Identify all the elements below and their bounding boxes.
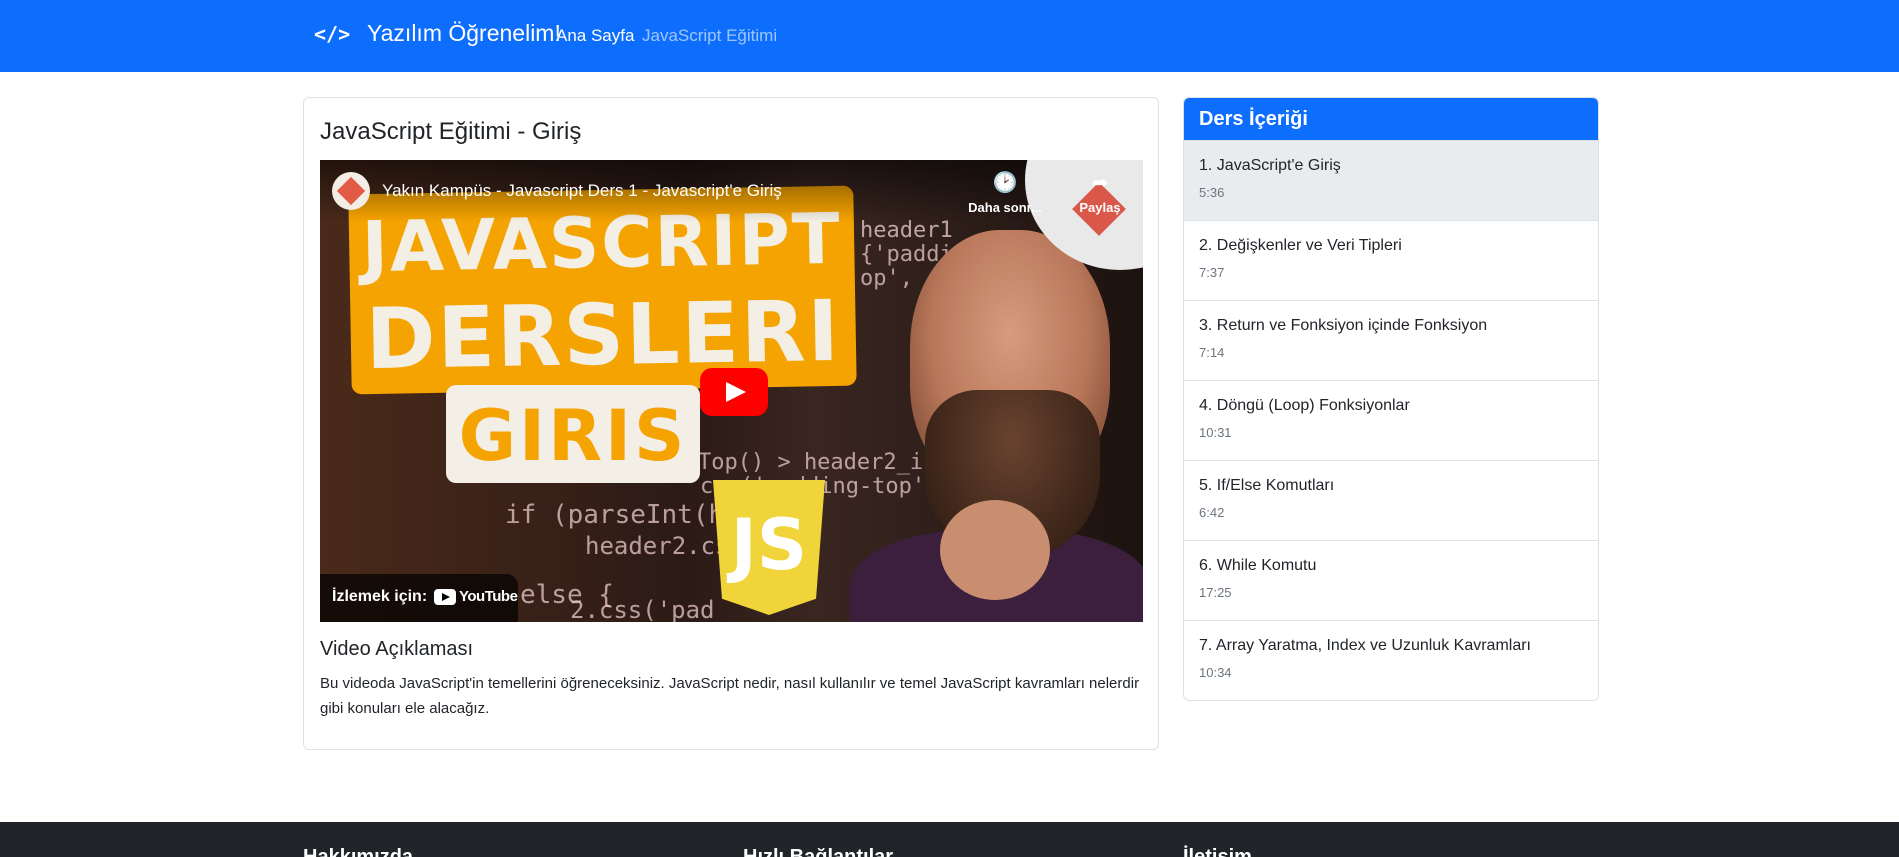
lesson-duration: 7:14 (1199, 345, 1225, 360)
sidebar-title: Ders İçeriği (1184, 98, 1598, 140)
lesson-item[interactable]: 4. Döngü (Loop) Fonksiyonlar 10:31 (1184, 380, 1598, 460)
watch-on-youtube-button[interactable]: İzlemek için: YouTube (320, 574, 518, 622)
lesson-duration: 10:34 (1199, 665, 1232, 680)
lesson-title: 1. JavaScript'e Giriş (1199, 157, 1341, 174)
share-icon: ➦ (1091, 172, 1109, 194)
thumbnail-subtitle-box: GIRIS (446, 385, 700, 483)
clock-icon: 🕑 (992, 172, 1018, 194)
nav-link-javascript[interactable]: JavaScript Eğitimi (642, 26, 777, 46)
play-icon (726, 382, 746, 402)
lesson-title: 5. If/Else Komutları (1199, 477, 1335, 494)
video-title[interactable]: Yakın Kampüs - Javascript Ders 1 - Javas… (382, 181, 782, 201)
footer-heading-links: Hızlı Bağlantılar (743, 846, 894, 857)
thumbnail-code: if (parseInt(h (505, 500, 725, 530)
lesson-title: 7. Array Yaratma, Index ve Uzunluk Kavra… (1199, 637, 1531, 654)
footer: Hakkımızda Hızlı Bağlantılar İletişim (0, 822, 1899, 857)
lesson-title: 2. Değişkenler ve Veri Tipleri (1199, 237, 1402, 254)
lesson-item[interactable]: 3. Return ve Fonksiyon içinde Fonksiyon … (1184, 300, 1598, 380)
video-card: JavaScript Eğitimi - Giriş header1 {'pad… (303, 97, 1159, 750)
lesson-title: 6. While Komutu (1199, 557, 1317, 574)
lesson-title: 4. Döngü (Loop) Fonksiyonlar (1199, 397, 1410, 414)
footer-heading-about: Hakkımızda (303, 846, 414, 857)
nav-link-home[interactable]: Ana Sayfa (556, 26, 634, 46)
footer-heading-contact: İletişim (1183, 846, 1252, 857)
lesson-item[interactable]: 7. Array Yaratma, Index ve Uzunluk Kavra… (1184, 620, 1598, 700)
lesson-item[interactable]: 6. While Komutu 17:25 (1184, 540, 1598, 620)
code-icon[interactable]: </> (314, 22, 350, 46)
lesson-duration: 7:37 (1199, 265, 1225, 280)
brand-link[interactable]: Yazılım Öğrenelim! (367, 20, 561, 47)
description-text: Bu videoda JavaScript'in temellerini öğr… (320, 675, 1140, 717)
youtube-logo-icon: YouTube (434, 588, 518, 605)
lesson-item[interactable]: 1. JavaScript'e Giriş 5:36 (1184, 140, 1598, 220)
lesson-duration: 5:36 (1199, 185, 1225, 200)
thumbnail-code: 2.css('pad (570, 596, 715, 622)
thumbnail-subtitle: GIRIS (458, 395, 688, 477)
video-player[interactable]: header1 {'paddi op', rollTop() > header2… (320, 160, 1143, 622)
javascript-logo-icon: JS (713, 480, 825, 615)
lesson-item[interactable]: 2. Değişkenler ve Veri Tipleri 7:37 (1184, 220, 1598, 300)
channel-avatar[interactable] (332, 172, 370, 210)
lesson-item[interactable]: 5. If/Else Komutları 6:42 (1184, 460, 1598, 540)
lesson-duration: 17:25 (1199, 585, 1232, 600)
navbar: </> Yazılım Öğrenelim! Ana Sayfa JavaScr… (0, 0, 1899, 72)
lesson-title: 3. Return ve Fonksiyon içinde Fonksiyon (1199, 317, 1488, 334)
play-button[interactable] (700, 368, 768, 416)
share-button[interactable]: ➦ Paylaş (1065, 172, 1135, 215)
course-content-sidebar: Ders İçeriği 1. JavaScript'e Giriş 5:36 … (1183, 97, 1599, 701)
page-title: JavaScript Eğitimi - Giriş (320, 118, 582, 145)
lesson-duration: 10:31 (1199, 425, 1232, 440)
lesson-duration: 6:42 (1199, 505, 1225, 520)
watch-later-button[interactable]: 🕑 Daha sonr... (960, 172, 1050, 215)
thumbnail-headline: DERSLERI (364, 281, 842, 389)
description-title: Video Açıklaması (320, 638, 474, 660)
